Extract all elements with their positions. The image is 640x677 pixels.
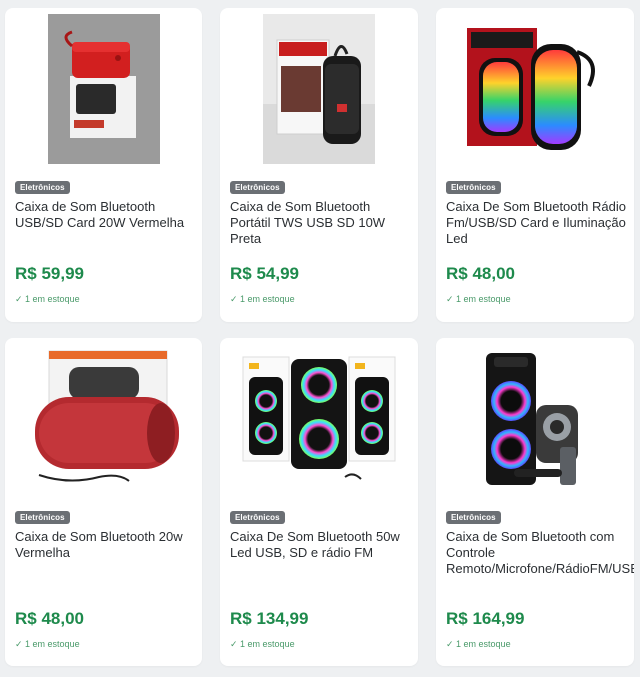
product-price: R$ 48,00 [15, 609, 84, 628]
black-tws-speaker-image [263, 14, 375, 164]
product-title[interactable]: Caixa de Som Bluetooth Portátil TWS USB … [230, 199, 410, 247]
category-badge: Eletrônicos [230, 511, 285, 524]
product-title[interactable]: Caixa de Som Bluetooth USB/SD Card 20W V… [15, 199, 194, 231]
product-title[interactable]: Caixa De Som Bluetooth Rádio Fm/USB/SD C… [446, 199, 626, 247]
product-card[interactable]: Eletrônicos Caixa De Som Bluetooth Rádio… [436, 8, 634, 322]
red-cylinder-speaker-image [34, 350, 179, 482]
product-card[interactable]: Eletrônicos Caixa De Som Bluetooth 50w L… [220, 338, 418, 666]
product-card[interactable]: Eletrônicos Caixa de Som Bluetooth 20w V… [5, 338, 202, 666]
product-card[interactable]: Eletrônicos Caixa de Som Bluetooth Portá… [220, 8, 418, 322]
stock-status: ✓ 1 em estoque [230, 294, 295, 304]
stock-status: ✓ 1 em estoque [230, 639, 295, 649]
stock-status: ✓ 1 em estoque [446, 294, 511, 304]
product-image[interactable] [436, 344, 634, 494]
product-title[interactable]: Caixa De Som Bluetooth 50w Led USB, SD e… [230, 529, 410, 561]
50w-led-speaker-image [242, 356, 396, 480]
product-grid: Eletrônicos Caixa de Som Bluetooth USB/S… [5, 8, 634, 666]
red-speaker-box-image [47, 14, 160, 164]
product-card[interactable]: Eletrônicos Caixa de Som Bluetooth USB/S… [5, 8, 202, 322]
stock-status: ✓ 1 em estoque [15, 294, 80, 304]
party-speaker-remote-mic-image [486, 353, 578, 485]
product-image[interactable] [220, 14, 418, 164]
product-price: R$ 48,00 [446, 264, 515, 283]
category-badge: Eletrônicos [230, 181, 285, 194]
stock-status: ✓ 1 em estoque [446, 639, 511, 649]
product-title[interactable]: Caixa de Som Bluetooth com Controle Remo… [446, 529, 634, 577]
product-image[interactable] [5, 14, 202, 164]
product-price: R$ 54,99 [230, 264, 299, 283]
stock-status: ✓ 1 em estoque [15, 639, 80, 649]
product-image[interactable] [220, 344, 418, 494]
led-speaker-image [467, 28, 595, 150]
category-badge: Eletrônicos [15, 511, 70, 524]
product-image[interactable] [5, 344, 202, 494]
product-image[interactable] [436, 14, 634, 164]
product-title[interactable]: Caixa de Som Bluetooth 20w Vermelha [15, 529, 194, 561]
category-badge: Eletrônicos [15, 181, 70, 194]
product-price: R$ 59,99 [15, 264, 84, 283]
category-badge: Eletrônicos [446, 181, 501, 194]
product-card[interactable]: Eletrônicos Caixa de Som Bluetooth com C… [436, 338, 634, 666]
product-price: R$ 134,99 [230, 609, 309, 628]
category-badge: Eletrônicos [446, 511, 501, 524]
product-price: R$ 164,99 [446, 609, 525, 628]
